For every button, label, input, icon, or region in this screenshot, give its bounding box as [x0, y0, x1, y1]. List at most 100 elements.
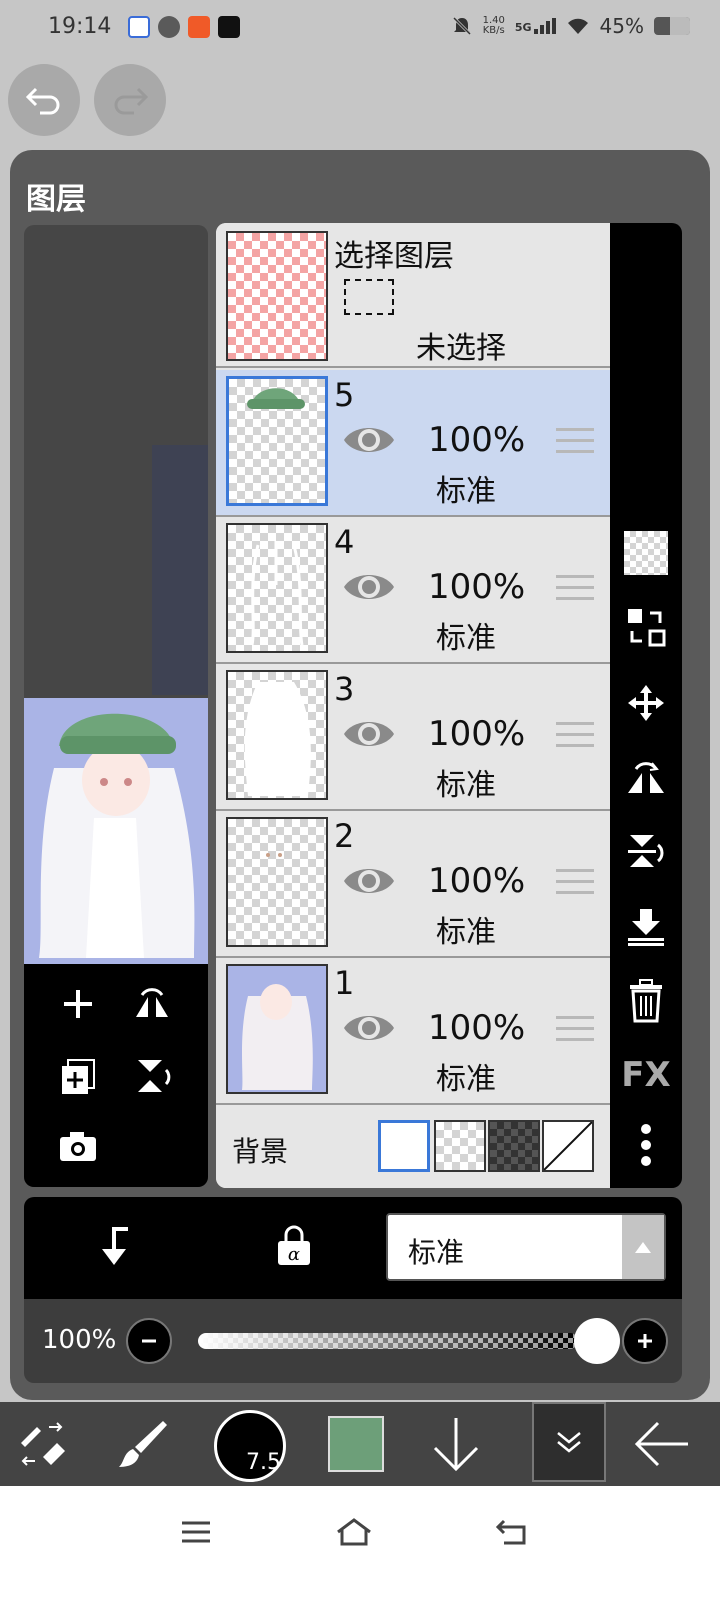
move-layer-button[interactable] — [624, 681, 668, 725]
flip-layer-vertical-button[interactable] — [624, 829, 668, 873]
layer-blend-mode: 标准 — [436, 915, 496, 950]
flip-vertical-icon — [138, 1060, 171, 1092]
color-swatch-button[interactable] — [328, 1416, 384, 1472]
battery-icon — [654, 17, 690, 35]
blend-mode-select[interactable]: 标准 — [386, 1213, 666, 1281]
delete-layer-button[interactable] — [624, 979, 668, 1023]
flip-vertical-icon — [628, 835, 664, 867]
visibility-eye-icon[interactable] — [342, 1008, 396, 1048]
lineart-thumbnail — [250, 541, 304, 646]
selection-layer-row[interactable]: 选择图层 未选择 — [216, 223, 610, 368]
layer-control-bar: α 标准 — [24, 1197, 682, 1299]
brush-size-value: 7.5 — [246, 1450, 281, 1475]
background-checker-option[interactable] — [434, 1120, 486, 1172]
home-icon — [337, 1518, 371, 1546]
drag-handle-icon[interactable] — [556, 428, 594, 461]
svg-text:α: α — [288, 1244, 300, 1265]
tool-switch-button[interactable] — [10, 1412, 74, 1476]
network-speed: 1.40 KB/s — [483, 16, 505, 36]
character-illustration — [39, 713, 195, 958]
layer-row-4[interactable]: 4 100% 标准 — [216, 517, 610, 664]
battery-percent: 45% — [599, 14, 644, 38]
clipping-arrow-icon — [102, 1227, 128, 1265]
alpha-lock-icon: α — [278, 1225, 310, 1265]
menu-icon — [182, 1521, 210, 1543]
flip-layer-horizontal-button[interactable] — [624, 755, 668, 799]
opacity-decrease-button[interactable] — [126, 1318, 172, 1364]
brush-tool-button[interactable] — [110, 1412, 174, 1476]
redo-icon — [114, 87, 149, 115]
visibility-eye-icon[interactable] — [342, 714, 396, 754]
eyes-thumbnail — [266, 853, 282, 857]
background-row: 背景 — [216, 1108, 610, 1188]
undo-icon — [25, 87, 60, 115]
opacity-slider-thumb[interactable] — [574, 1318, 620, 1364]
background-none-option[interactable] — [542, 1120, 594, 1172]
layer-row-1[interactable]: 1 100% 标准 — [216, 958, 610, 1105]
camera-button[interactable] — [56, 1124, 100, 1168]
drag-handle-icon[interactable] — [556, 1016, 594, 1049]
hat-thumbnail — [247, 388, 305, 409]
status-time: 19:14 — [48, 14, 112, 39]
merge-down-button[interactable] — [624, 905, 668, 949]
mute-icon — [452, 16, 471, 36]
baidu-app-icon — [128, 16, 150, 38]
redo-button[interactable] — [94, 64, 166, 136]
brush-size-button[interactable]: 7.5 — [214, 1410, 286, 1482]
system-nav-bar — [0, 1486, 720, 1600]
bottom-toolbar: 7.5 — [0, 1402, 720, 1486]
add-folder-button[interactable] — [56, 1054, 100, 1098]
flip-horizontal-icon — [136, 988, 168, 1017]
back-arrow-button[interactable] — [630, 1412, 694, 1476]
canvas-background-region — [152, 445, 208, 695]
layer-tools-column: FX — [610, 223, 682, 1188]
fx-icon[interactable]: FX — [618, 1053, 674, 1097]
flip-canvas-vertical-button[interactable] — [130, 1054, 174, 1098]
dropdown-arrow-icon — [622, 1215, 664, 1279]
add-layer-button[interactable] — [56, 982, 100, 1026]
layer-number: 2 — [334, 817, 355, 855]
opacity-increase-button[interactable] — [622, 1318, 668, 1364]
transfer-layer-button[interactable] — [624, 605, 668, 649]
visibility-eye-icon[interactable] — [342, 861, 396, 901]
layer-blend-mode: 标准 — [436, 1062, 496, 1097]
layer-row-5[interactable]: 5 100% 标准 — [216, 370, 610, 517]
layer-blend-mode: 标准 — [436, 474, 496, 509]
selection-state: 未选择 — [416, 331, 506, 366]
background-label: 背景 — [232, 1135, 289, 1168]
more-options-button[interactable] — [624, 1123, 668, 1167]
background-dark-checker-option[interactable] — [488, 1120, 540, 1172]
home-button[interactable] — [330, 1508, 378, 1556]
layer-opacity: 100% — [428, 420, 526, 460]
taobao-app-icon — [188, 16, 210, 38]
layer-list: 选择图层 未选择 5 100% 标准 4 100% 标准 3 100% 标准 2… — [216, 223, 610, 1188]
opacity-slider[interactable] — [198, 1333, 578, 1349]
recent-apps-button[interactable] — [172, 1508, 220, 1556]
layer-row-2[interactable]: 2 100% 标准 — [216, 811, 610, 958]
layer-blend-mode: 标准 — [436, 621, 496, 656]
camera-icon — [60, 1132, 96, 1161]
collapse-button[interactable] — [532, 1402, 606, 1482]
clipping-button[interactable] — [94, 1223, 134, 1271]
drag-handle-icon[interactable] — [556, 575, 594, 608]
undo-button[interactable] — [8, 64, 80, 136]
background-white-option[interactable] — [378, 1120, 430, 1172]
transparency-checker-icon[interactable] — [624, 531, 668, 575]
system-back-button[interactable] — [488, 1508, 536, 1556]
canvas-artwork — [24, 698, 208, 964]
visibility-eye-icon[interactable] — [342, 420, 396, 460]
scroll-down-button[interactable] — [424, 1412, 488, 1476]
download-app-icon — [218, 16, 240, 38]
add-layer-copy-icon — [62, 1059, 95, 1094]
visibility-eye-icon[interactable] — [342, 567, 396, 607]
drag-handle-icon[interactable] — [556, 869, 594, 902]
layer-row-3[interactable]: 3 100% 标准 — [216, 664, 610, 811]
alpha-lock-button[interactable]: α — [274, 1223, 314, 1271]
move-icon — [628, 685, 664, 721]
trash-icon — [630, 979, 662, 1023]
drag-handle-icon[interactable] — [556, 722, 594, 755]
pen-eraser-swap-icon — [21, 1422, 65, 1466]
flip-canvas-horizontal-button[interactable] — [130, 982, 174, 1026]
layer-dialog: 图层 选择图层 未选择 5 100% 标准 4 100% 标准 3 100% 标… — [10, 150, 710, 1400]
status-right: 1.40 KB/s 5G 45% — [451, 14, 690, 38]
